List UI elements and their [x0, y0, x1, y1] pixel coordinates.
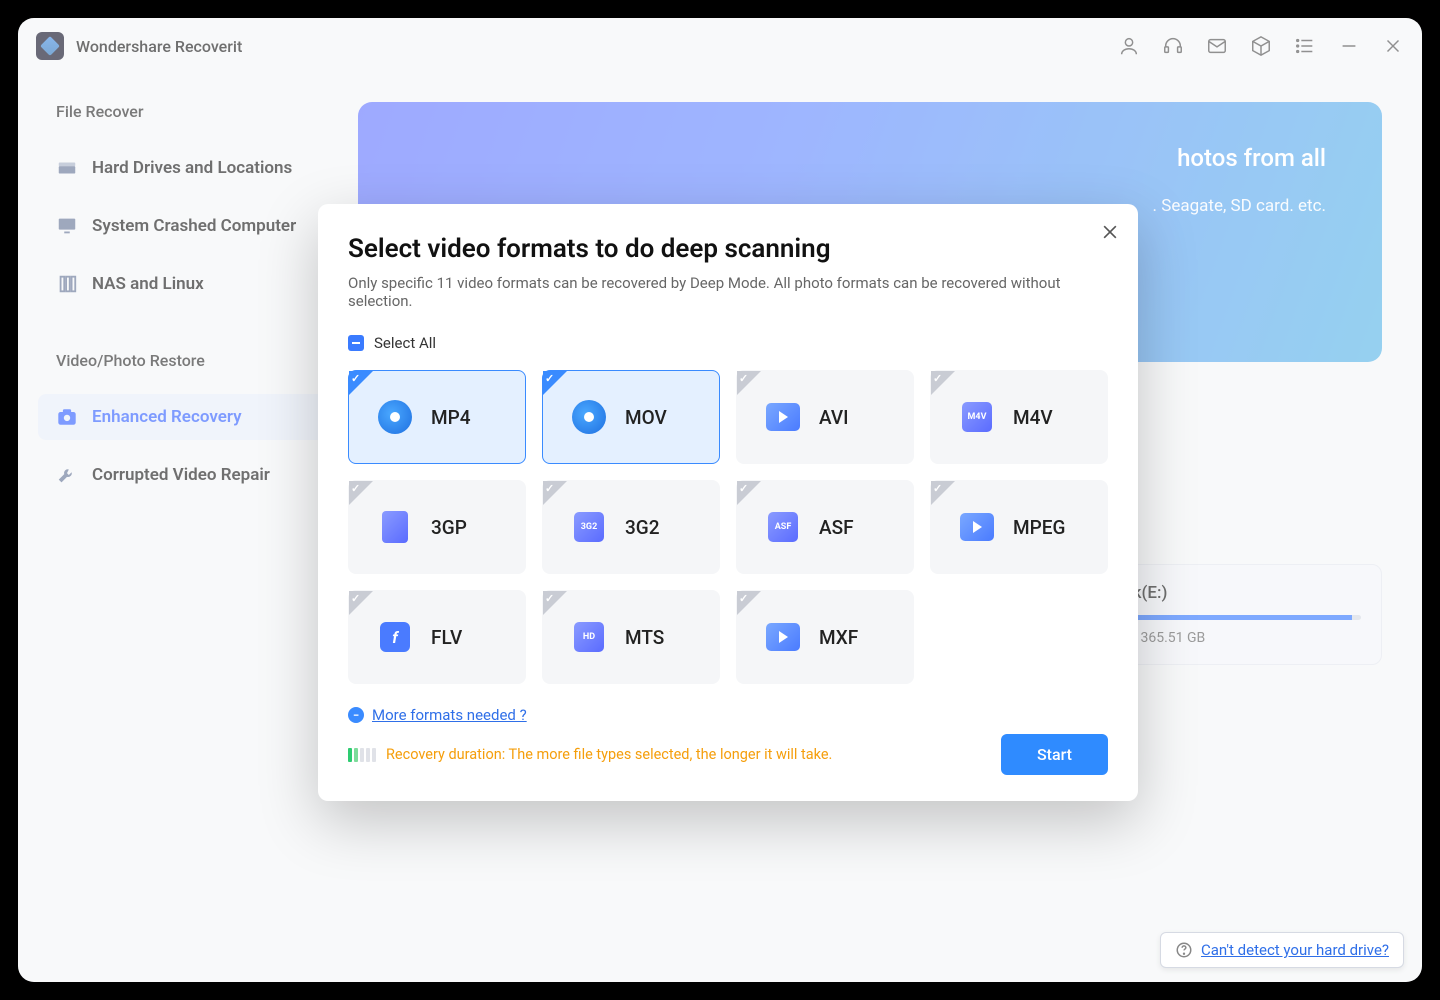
sidebar-item-hard-drives[interactable]: Hard Drives and Locations: [38, 145, 338, 191]
format-label: MP4: [431, 406, 471, 429]
sidebar-item-label: Hard Drives and Locations: [92, 158, 292, 178]
duration-bars-icon: [348, 748, 376, 762]
duration-note: Recovery duration: The more file types s…: [386, 746, 832, 763]
format-grid: MP4 MOV AVI M4V M4V 3GP 3G2 3G2 ASF ASF MPEG f FLV HD…: [348, 370, 1108, 684]
format-select-modal: Select video formats to do deep scanning…: [318, 204, 1138, 801]
format-card-mts[interactable]: HD MTS: [542, 590, 720, 684]
modal-close-button[interactable]: [1100, 222, 1120, 246]
check-corner-icon: [349, 481, 373, 505]
format-label: MXF: [819, 626, 858, 649]
minimize-icon[interactable]: [1338, 35, 1360, 57]
format-flash-icon: f: [377, 619, 413, 655]
format-card-mpeg[interactable]: MPEG: [930, 480, 1108, 574]
format-label: ASF: [819, 516, 854, 539]
format-card-3gp[interactable]: 3GP: [348, 480, 526, 574]
sidebar-section-video-photo: Video/Photo Restore: [38, 351, 338, 370]
start-button[interactable]: Start: [1001, 734, 1108, 775]
headset-icon[interactable]: [1162, 35, 1184, 57]
titlebar: Wondershare Recoverit: [18, 18, 1422, 74]
format-card-3g2[interactable]: 3G2 3G2: [542, 480, 720, 574]
hard-drive-icon: [56, 157, 78, 179]
more-formats-row: − More formats needed ?: [348, 706, 1108, 724]
format-play-icon: [765, 399, 801, 435]
modal-title: Select video formats to do deep scanning: [348, 234, 1108, 264]
close-icon: [1100, 222, 1120, 242]
format-label: 3G2: [625, 516, 660, 539]
check-corner-icon: [737, 591, 761, 615]
format-play-icon: [765, 619, 801, 655]
server-icon: [56, 273, 78, 295]
format-label: FLV: [431, 626, 462, 649]
monitor-icon: [56, 215, 78, 237]
modal-subtitle: Only specific 11 video formats can be re…: [348, 274, 1108, 310]
format-card-mxf[interactable]: MXF: [736, 590, 914, 684]
format-card-mov[interactable]: MOV: [542, 370, 720, 464]
format-circle-icon: [571, 399, 607, 435]
format-label: MTS: [625, 626, 664, 649]
mail-icon[interactable]: [1206, 35, 1228, 57]
sidebar-item-nas-linux[interactable]: NAS and Linux: [38, 261, 338, 307]
chat-bubble-icon: −: [348, 707, 364, 723]
wrench-icon: [56, 464, 78, 486]
format-card-asf[interactable]: ASF ASF: [736, 480, 914, 574]
sidebar-item-label: Enhanced Recovery: [92, 407, 242, 427]
format-label: MPEG: [1013, 516, 1065, 539]
more-formats-link[interactable]: More formats needed ?: [372, 706, 527, 724]
duration-indicator: Recovery duration: The more file types s…: [348, 746, 832, 763]
package-icon[interactable]: [1250, 35, 1272, 57]
select-all-label: Select All: [374, 334, 436, 352]
sidebar-item-enhanced-recovery[interactable]: Enhanced Recovery: [38, 394, 338, 440]
titlebar-icon-group: [1118, 35, 1404, 57]
format-card-mp4[interactable]: MP4: [348, 370, 526, 464]
format-tag-icon: ASF: [765, 509, 801, 545]
format-tag-icon: 3G2: [571, 509, 607, 545]
banner-headline-fragment: hotos from all: [406, 142, 1334, 176]
check-corner-icon: [543, 481, 567, 505]
select-all-checkbox[interactable]: Select All: [348, 334, 1108, 352]
app-window: Wondershare Recoverit File Recover Hard …: [18, 18, 1422, 982]
sidebar: File Recover Hard Drives and Locations S…: [18, 74, 358, 982]
format-play-icon: [959, 509, 995, 545]
modal-footer: Recovery duration: The more file types s…: [348, 734, 1108, 775]
format-card-m4v[interactable]: M4V M4V: [930, 370, 1108, 464]
check-corner-icon: [737, 371, 761, 395]
format-card-flv[interactable]: f FLV: [348, 590, 526, 684]
help-detect-drive-link[interactable]: Can't detect your hard drive?: [1201, 941, 1389, 959]
check-corner-icon: [737, 481, 761, 505]
camera-icon: [56, 406, 78, 428]
format-doc-icon: [377, 509, 413, 545]
help-detect-drive[interactable]: Can't detect your hard drive?: [1160, 932, 1404, 968]
app-logo: [36, 32, 64, 60]
format-label: M4V: [1013, 406, 1053, 429]
sidebar-item-label: NAS and Linux: [92, 274, 204, 294]
sidebar-item-label: Corrupted Video Repair: [92, 465, 270, 485]
checkbox-indeterminate-icon: [348, 335, 364, 351]
format-card-avi[interactable]: AVI: [736, 370, 914, 464]
format-circle-icon: [377, 399, 413, 435]
sidebar-item-corrupted-repair[interactable]: Corrupted Video Repair: [38, 452, 338, 498]
format-label: MOV: [625, 406, 667, 429]
format-tag-icon: M4V: [959, 399, 995, 435]
close-window-icon[interactable]: [1382, 35, 1404, 57]
app-title: Wondershare Recoverit: [76, 37, 242, 56]
user-icon[interactable]: [1118, 35, 1140, 57]
check-corner-icon: [931, 371, 955, 395]
check-corner-icon: [543, 591, 567, 615]
sidebar-item-label: System Crashed Computer: [92, 216, 296, 236]
sidebar-section-file-recover: File Recover: [38, 102, 338, 121]
check-corner-icon: [543, 371, 567, 395]
check-corner-icon: [349, 591, 373, 615]
list-icon[interactable]: [1294, 35, 1316, 57]
format-label: AVI: [819, 406, 848, 429]
question-icon: [1175, 941, 1193, 959]
format-label: 3GP: [431, 516, 467, 539]
format-tag-icon: HD: [571, 619, 607, 655]
check-corner-icon: [349, 371, 373, 395]
sidebar-item-system-crashed[interactable]: System Crashed Computer: [38, 203, 338, 249]
check-corner-icon: [931, 481, 955, 505]
